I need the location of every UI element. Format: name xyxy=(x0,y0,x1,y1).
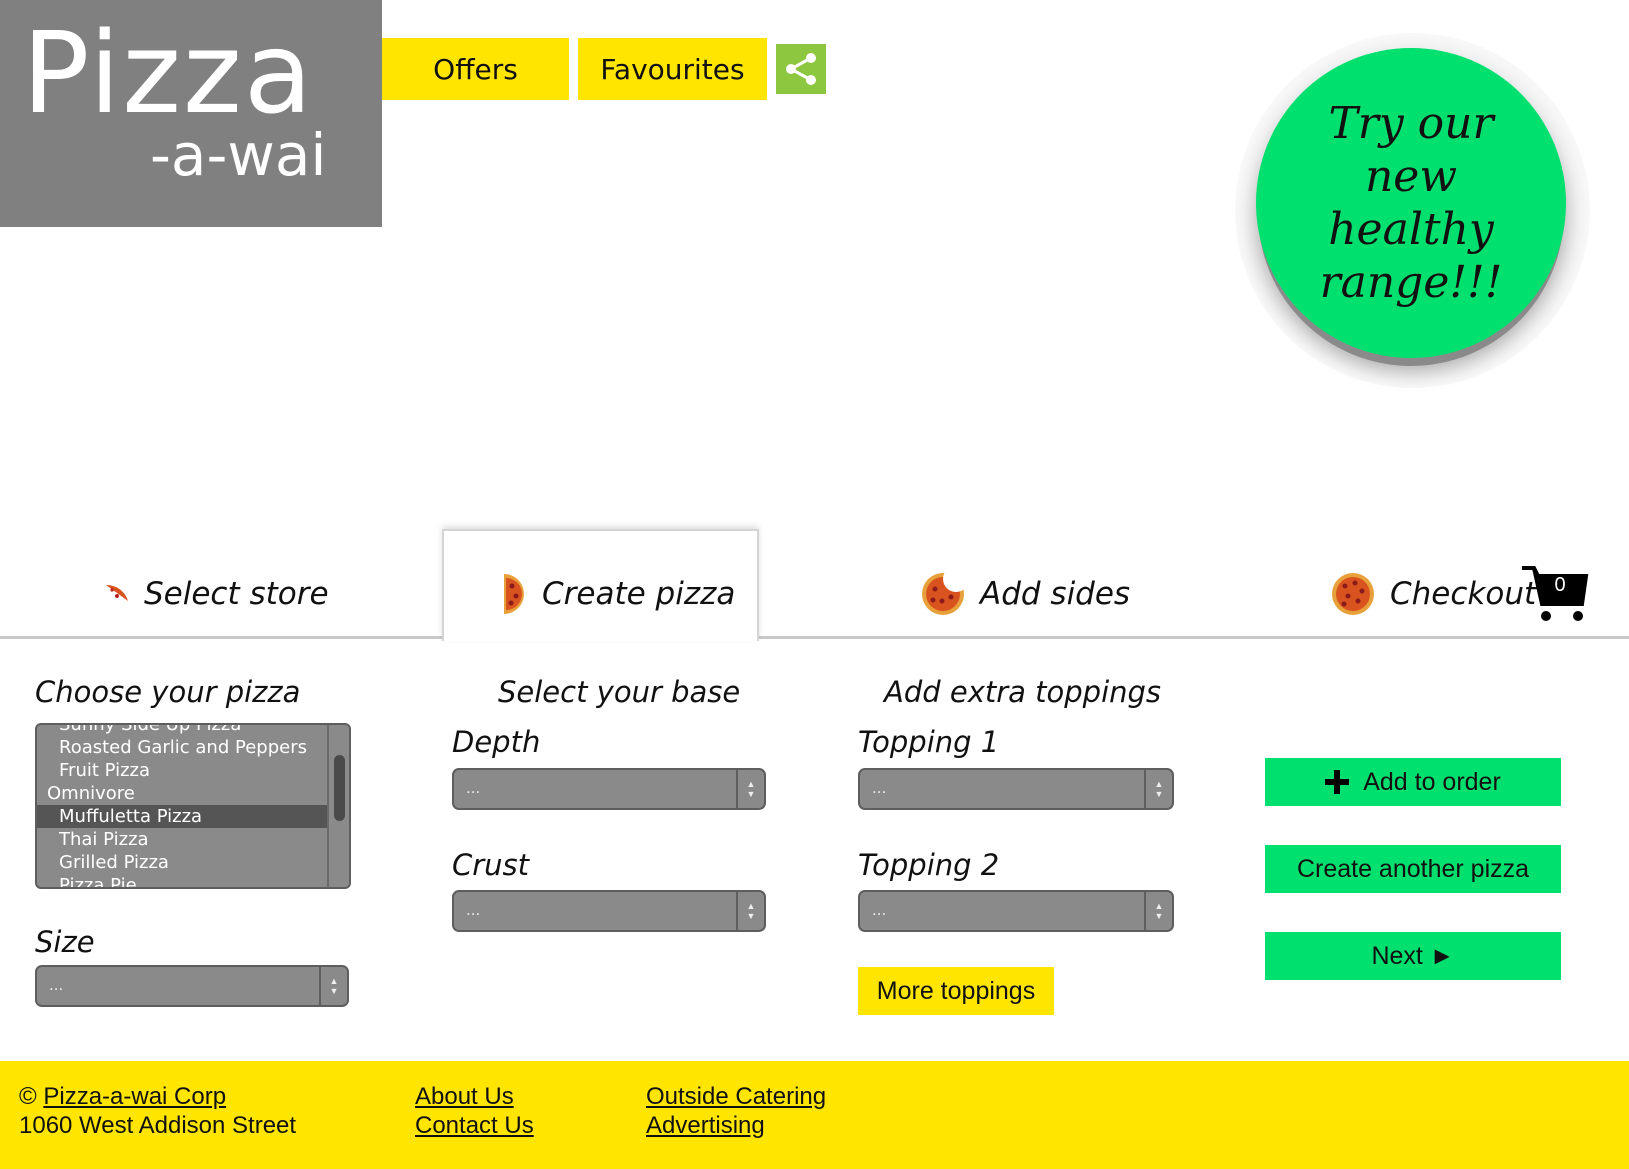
plus-icon xyxy=(1325,770,1350,794)
chevron-updown-icon: ▲ ▼ xyxy=(1144,770,1172,808)
tab-select-store[interactable]: Select store xyxy=(104,558,329,630)
tabs-divider xyxy=(0,636,1629,639)
chevron-updown-icon: ▲ ▼ xyxy=(319,967,347,1005)
crust-value: ... xyxy=(466,900,481,919)
list-item[interactable]: Grilled Pizza xyxy=(37,851,349,874)
pizza-slice-icon xyxy=(106,584,128,601)
depth-label: Depth xyxy=(452,725,541,759)
list-item[interactable]: Roasted Garlic and Peppers xyxy=(37,736,349,759)
favourites-button[interactable]: Favourites xyxy=(578,38,767,100)
tab-checkout[interactable]: Checkout xyxy=(1330,558,1536,630)
chevron-updown-icon: ▲ ▼ xyxy=(736,770,764,808)
list-item[interactable]: Pizza Pie xyxy=(37,874,349,887)
share-icon xyxy=(786,53,816,85)
promo-badge[interactable]: Try our new healthy range!!! xyxy=(1256,48,1566,358)
pizza-whole-icon xyxy=(1332,573,1374,615)
tab-create-pizza[interactable]: Create pizza xyxy=(500,558,735,630)
depth-value: ... xyxy=(466,778,481,797)
promo-text: Try our new healthy range!!! xyxy=(1319,98,1503,308)
footer: © Pizza-a-wai Corp 1060 West Addison Str… xyxy=(0,1061,1629,1169)
topping-1-label: Topping 1 xyxy=(858,725,1000,759)
about-us-link[interactable]: About Us xyxy=(415,1083,514,1110)
list-item[interactable]: Fruit Pizza xyxy=(37,759,349,782)
crust-select[interactable]: ... ▲ ▼ xyxy=(452,890,766,932)
pizza-half-icon xyxy=(504,574,524,614)
topping-1-select[interactable]: ... ▲ ▼ xyxy=(858,768,1174,810)
share-button[interactable] xyxy=(776,44,826,94)
tab-label: Select store xyxy=(144,576,329,612)
next-button[interactable]: Next ► xyxy=(1265,932,1561,980)
corp-link[interactable]: Pizza-a-wai Corp xyxy=(43,1083,226,1110)
list-group-header: Omnivore xyxy=(47,783,135,804)
choose-pizza-heading: Choose your pizza xyxy=(35,675,301,709)
copyright-symbol: © xyxy=(19,1083,37,1110)
list-item[interactable]: Sunny Side Up Pizza xyxy=(37,725,349,736)
contact-us-link[interactable]: Contact Us xyxy=(415,1112,534,1139)
topping-1-value: ... xyxy=(872,778,887,797)
topping-2-select[interactable]: ... ▲ ▼ xyxy=(858,890,1174,932)
list-item[interactable]: Thai Pizza xyxy=(37,828,349,851)
size-select[interactable]: ... ▲ ▼ xyxy=(35,965,349,1007)
list-item-selected[interactable]: Muffuletta Pizza xyxy=(37,805,349,828)
select-base-heading: Select your base xyxy=(498,675,741,709)
pizza-bitten-icon xyxy=(922,571,966,615)
topping-2-value: ... xyxy=(872,900,887,919)
footer-address: 1060 West Addison Street xyxy=(19,1112,297,1139)
listbox-scrollbar[interactable] xyxy=(327,725,349,887)
topping-2-label: Topping 2 xyxy=(858,848,1000,882)
offers-button[interactable]: Offers xyxy=(382,38,569,100)
tab-label: Create pizza xyxy=(542,576,736,612)
logo-text-main: Pizza xyxy=(22,9,315,139)
outside-catering-link[interactable]: Outside Catering xyxy=(646,1083,826,1110)
cart-count: 0 xyxy=(1554,574,1566,596)
advertising-link[interactable]: Advertising xyxy=(646,1112,765,1139)
size-value: ... xyxy=(49,975,64,994)
chevron-updown-icon: ▲ ▼ xyxy=(1144,892,1172,930)
chevron-updown-icon: ▲ ▼ xyxy=(736,892,764,930)
create-another-pizza-button[interactable]: Create another pizza xyxy=(1265,845,1561,893)
pizza-listbox[interactable]: Sunny Side Up Pizza Roasted Garlic and P… xyxy=(35,723,351,889)
footer-copyright: © Pizza-a-wai Corp xyxy=(19,1083,226,1111)
tab-add-sides[interactable]: Add sides xyxy=(920,558,1130,630)
crust-label: Crust xyxy=(452,848,530,882)
add-to-order-button[interactable]: Add to order xyxy=(1265,758,1561,806)
tab-label: Checkout xyxy=(1390,576,1537,612)
logo[interactable]: Pizza -a-wai xyxy=(0,0,382,227)
logo-text-sub: -a-wai xyxy=(150,121,327,189)
more-toppings-button[interactable]: More toppings xyxy=(858,967,1054,1015)
extra-toppings-heading: Add extra toppings xyxy=(884,675,1162,709)
depth-select[interactable]: ... ▲ ▼ xyxy=(452,768,766,810)
size-label: Size xyxy=(35,925,95,959)
add-to-order-label: Add to order xyxy=(1363,767,1501,796)
scrollbar-thumb[interactable] xyxy=(334,755,345,821)
tab-label: Add sides xyxy=(980,576,1131,612)
